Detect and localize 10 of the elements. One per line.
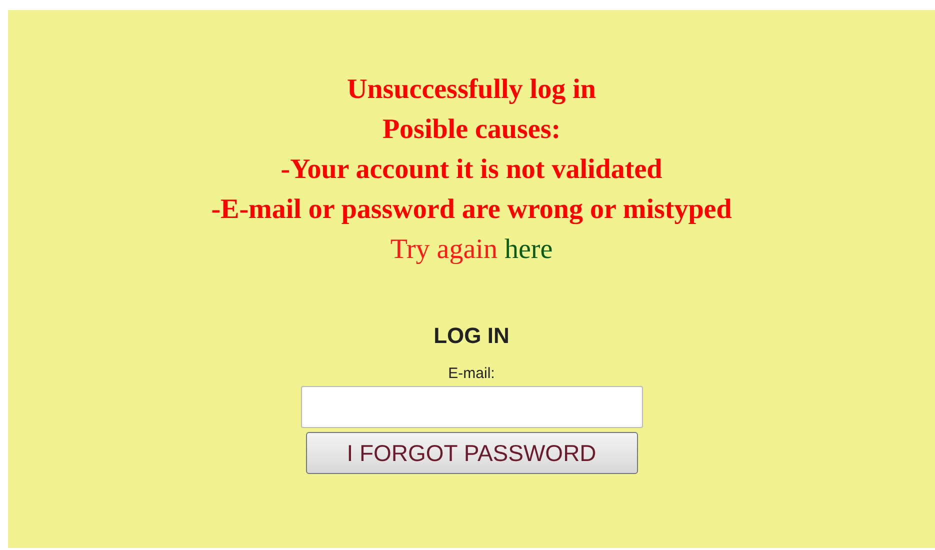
error-cause: -E-mail or password are wrong or mistyped: [211, 193, 732, 227]
error-title: Unsuccessfully log in: [347, 73, 596, 107]
email-label: E-mail:: [448, 365, 495, 382]
retry-text: Try again: [390, 234, 498, 265]
forgot-password-button[interactable]: I FORGOT PASSWORD: [306, 432, 638, 474]
error-cause: -Your account it is not validated: [280, 153, 662, 187]
retry-link[interactable]: here: [504, 234, 553, 265]
error-subtitle: Posible causes:: [382, 113, 561, 147]
login-heading: LOG IN: [434, 323, 510, 349]
email-field[interactable]: [300, 386, 642, 428]
